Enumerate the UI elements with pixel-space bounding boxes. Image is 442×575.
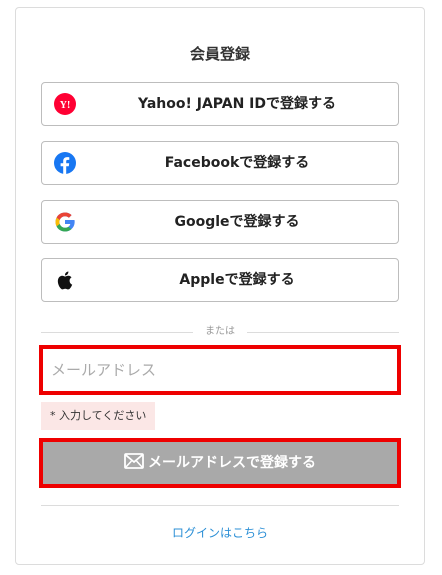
apple-signup-button[interactable]: Appleで登録する: [41, 258, 399, 302]
mail-icon: [124, 453, 144, 469]
facebook-icon: [54, 152, 76, 174]
email-signup-button[interactable]: メールアドレスで登録する: [39, 438, 401, 488]
svg-text:Y!: Y!: [60, 100, 71, 111]
login-link[interactable]: ログインはこちら: [16, 524, 424, 541]
or-divider: または: [41, 325, 399, 339]
bottom-divider: [41, 505, 399, 506]
email-signup-label: メールアドレスで登録する: [148, 455, 316, 471]
apple-signup-label: Appleで登録する: [179, 272, 295, 288]
email-error-message: * 入力してください: [41, 402, 156, 430]
page-title: 会員登録: [189, 45, 250, 63]
email-signup-button-content: メールアドレスで登録する: [43, 442, 397, 484]
email-input[interactable]: [43, 349, 397, 391]
yahoo-signup-button[interactable]: Y! Yahoo! JAPAN IDで登録する: [41, 82, 399, 126]
email-field-wrapper: [39, 345, 401, 395]
facebook-signup-button[interactable]: Facebookで登録する: [41, 141, 399, 185]
divider-line-right: [247, 332, 399, 333]
apple-icon: [57, 271, 73, 290]
google-signup-label: Googleで登録する: [174, 214, 300, 230]
signup-card: 会員登録 Y! Yahoo! JAPAN IDで登録する Facebookで登録…: [15, 7, 425, 565]
google-signup-button[interactable]: Googleで登録する: [41, 200, 399, 244]
yahoo-japan-icon: Y!: [54, 93, 76, 115]
facebook-signup-label: Facebookで登録する: [164, 155, 310, 171]
yahoo-signup-label: Yahoo! JAPAN IDで登録する: [137, 96, 337, 112]
google-icon: [55, 212, 75, 232]
